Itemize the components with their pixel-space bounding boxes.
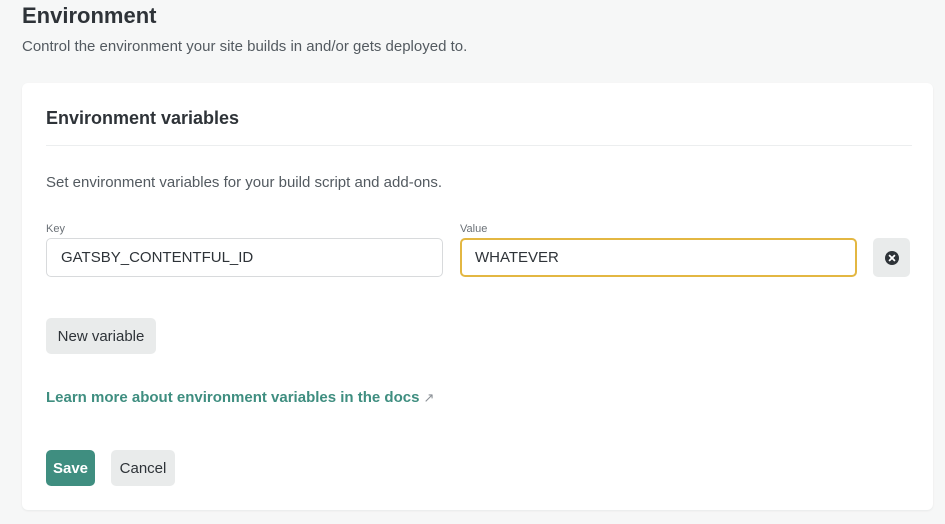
- environment-variables-card: Environment variables Set environment va…: [22, 83, 933, 510]
- card-title: Environment variables: [46, 108, 240, 128]
- learn-more-link[interactable]: Learn more about environment variables i…: [46, 389, 434, 406]
- external-link-icon: ↗: [423, 390, 435, 405]
- save-button[interactable]: Save: [46, 450, 95, 486]
- page-title: Environment: [22, 3, 157, 28]
- cancel-button[interactable]: Cancel: [111, 450, 175, 486]
- new-variable-button[interactable]: New variable: [46, 318, 156, 354]
- key-input[interactable]: [46, 238, 443, 277]
- value-label: Value: [460, 223, 488, 235]
- page-subtitle: Control the environment your site builds…: [22, 38, 468, 55]
- learn-more-label: Learn more about environment variables i…: [46, 389, 420, 406]
- card-description: Set environment variables for your build…: [46, 174, 443, 191]
- card-divider: [46, 145, 912, 146]
- key-label: Key: [46, 223, 65, 235]
- value-input[interactable]: [460, 238, 857, 277]
- delete-variable-button[interactable]: [873, 238, 910, 277]
- close-circle-icon: [884, 250, 899, 265]
